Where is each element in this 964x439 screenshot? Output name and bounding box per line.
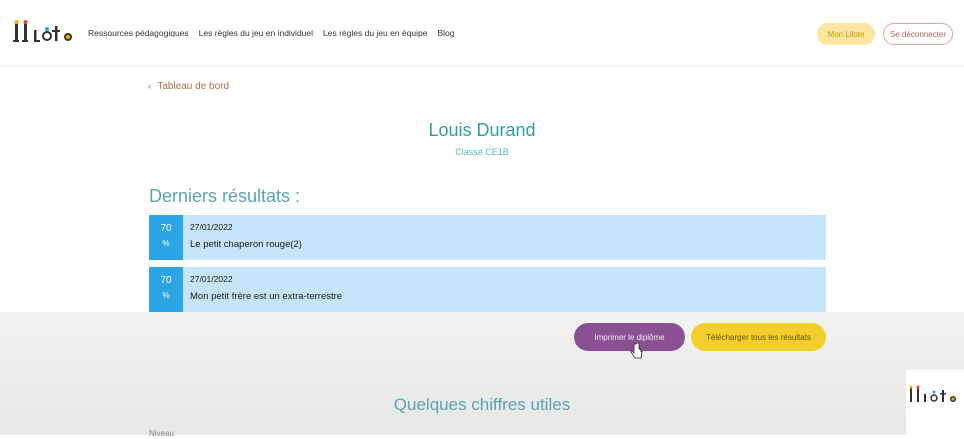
- score-unit: %: [162, 239, 170, 248]
- hand-cursor-icon: [630, 343, 643, 359]
- nav-regles-equipe[interactable]: Les règles du jeu en équipe: [323, 28, 427, 38]
- score-unit: %: [162, 291, 170, 300]
- student-name: Louis Durand: [428, 120, 536, 140]
- top-header: Ressources pédagogiques Les règles du je…: [0, 0, 964, 67]
- watermark-logo: [906, 370, 964, 435]
- logout-button[interactable]: Se déconnecter: [883, 23, 953, 45]
- result-row[interactable]: 70 % 27/01/2022 Le petit chaperon rouge(…: [149, 215, 826, 260]
- result-date: 27/01/2022: [190, 222, 233, 232]
- useful-figures-title: Quelques chiffres utiles: [393, 395, 571, 414]
- student-class: Classe CE1B: [455, 147, 509, 157]
- main-nav: Ressources pédagogiques Les règles du je…: [88, 28, 454, 38]
- back-link-label: Tableau de bord: [157, 81, 230, 92]
- score-value: 70: [160, 275, 172, 286]
- result-title: Mon petit frère est un extra-terrestre: [190, 291, 343, 302]
- results-title: Derniers résultats :: [149, 186, 301, 206]
- result-row[interactable]: 70 % 27/01/2022 Mon petit frère est un e…: [149, 267, 826, 312]
- lilote-logo[interactable]: [12, 20, 76, 46]
- mon-lilote-button[interactable]: Mon Lilote: [817, 23, 875, 45]
- result-date: 27/01/2022: [190, 274, 233, 284]
- chevron-left-icon: ‹: [148, 81, 152, 92]
- score-value: 70: [160, 223, 172, 234]
- lilote-watermark-icon: [909, 385, 956, 402]
- nav-regles-individuel[interactable]: Les règles du jeu en individuel: [199, 28, 313, 38]
- nav-ressources[interactable]: Ressources pédagogiques: [88, 28, 189, 38]
- result-title: Le petit chaperon rouge(2): [190, 239, 302, 250]
- score-badge: 70 %: [149, 215, 183, 260]
- level-label: Niveau: [149, 429, 174, 438]
- back-link[interactable]: ‹ Tableau de bord: [148, 81, 229, 92]
- score-badge: 70 %: [149, 267, 183, 312]
- nav-blog[interactable]: Blog: [437, 28, 454, 38]
- download-results-button[interactable]: Télécharger tous les résultats: [691, 323, 826, 351]
